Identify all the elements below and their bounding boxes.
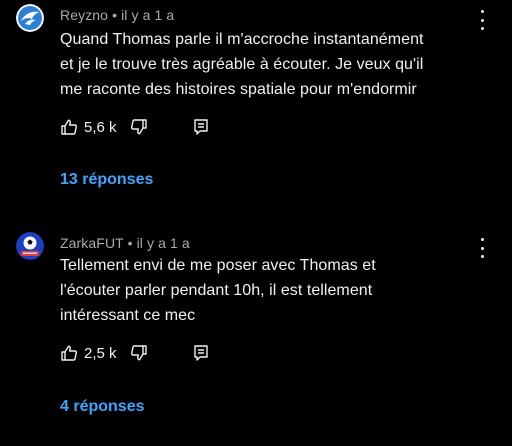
comments-screen: Reyzno • il y a 1 a Quand Thomas parle i… — [0, 0, 512, 446]
comment-time: il y a 1 a — [121, 7, 175, 23]
comment-meta: ZarkaFUT • il y a 1 a — [60, 235, 190, 251]
reply-icon[interactable] — [192, 118, 210, 141]
avatar[interactable] — [16, 4, 44, 32]
view-replies-button[interactable]: 13 réponses — [60, 171, 153, 189]
like-count: 2,5 k — [84, 345, 117, 362]
comment-text: Tellement envi de me poser avec Thomas e… — [60, 253, 460, 328]
thumbs-up-icon[interactable] — [60, 344, 78, 367]
meta-separator: • — [127, 235, 133, 251]
thumbs-down-icon[interactable] — [130, 118, 148, 141]
view-replies-button[interactable]: 4 réponses — [60, 398, 144, 416]
author-name[interactable]: Reyzno — [60, 7, 108, 23]
soccer-ball-logo-icon — [16, 232, 44, 260]
comment-text-line: intéressant ce mec — [60, 307, 196, 324]
comment-text-line: et je le trouve très agréable à écouter.… — [60, 56, 424, 73]
comment-time: il y a 1 a — [136, 235, 190, 251]
blue-bird-logo-icon — [16, 4, 44, 32]
comment-meta: Reyzno • il y a 1 a — [60, 7, 174, 23]
comment-actions: 5,6 k — [60, 118, 240, 140]
avatar[interactable] — [16, 232, 44, 260]
more-options-icon[interactable] — [474, 10, 490, 30]
thumbs-up-icon[interactable] — [60, 118, 78, 141]
reply-icon[interactable] — [192, 344, 210, 367]
comment-actions: 2,5 k — [60, 344, 240, 366]
comment-text-line: l'écouter parler pendant 10h, il est tel… — [60, 282, 373, 299]
comment-text-line: me raconte des histoires spatiale pour m… — [60, 81, 417, 98]
author-name[interactable]: ZarkaFUT — [60, 235, 124, 251]
comment-text-line: Tellement envi de me poser avec Thomas e… — [60, 257, 376, 274]
comment-text: Quand Thomas parle il m'accroche instant… — [60, 27, 460, 102]
comment-text-line: Quand Thomas parle il m'accroche instant… — [60, 31, 424, 48]
meta-separator: • — [112, 7, 118, 23]
more-options-icon[interactable] — [474, 238, 490, 258]
like-count: 5,6 k — [84, 119, 117, 136]
thumbs-down-icon[interactable] — [130, 344, 148, 367]
